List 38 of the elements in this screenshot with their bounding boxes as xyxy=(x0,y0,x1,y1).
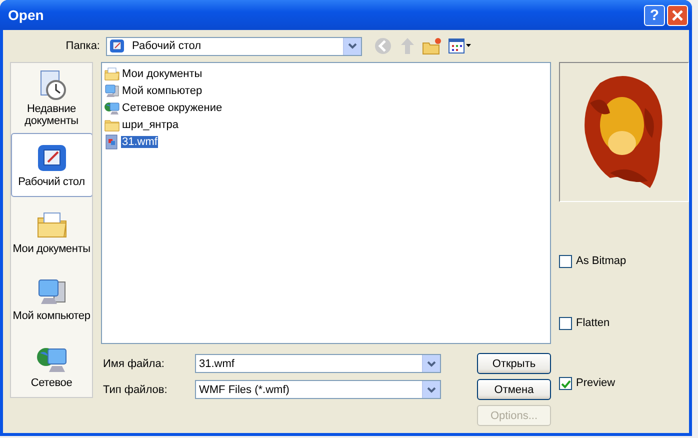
folder-dropdown[interactable]: Рабочий стол xyxy=(106,36,362,56)
file-type-dropdown[interactable]: WMF Files (*.wmf) xyxy=(195,380,441,399)
option-checkbox[interactable]: Flatten xyxy=(559,314,689,332)
file-type-label: Тип файлов: xyxy=(102,384,168,396)
places-item[interactable]: Сетевое xyxy=(11,334,92,397)
option-checkbox[interactable]: As Bitmap xyxy=(559,252,689,270)
desktop-icon xyxy=(36,142,68,174)
folder-documents-icon xyxy=(104,66,120,82)
places-item[interactable]: Мои документы xyxy=(11,200,92,264)
file-item[interactable]: шри_янтра xyxy=(121,118,180,130)
file-item[interactable]: Мой компьютер xyxy=(121,84,204,96)
file-item[interactable]: Сетевое окружение xyxy=(121,102,224,114)
image-file-icon xyxy=(104,134,120,150)
close-icon xyxy=(671,8,684,22)
file-name-label: Имя файла: xyxy=(102,358,166,370)
check-icon xyxy=(560,378,571,388)
dialog-button[interactable]: Открыть xyxy=(477,353,551,374)
places-item[interactable]: Мой компьютер xyxy=(11,267,92,331)
new-folder-icon[interactable] xyxy=(422,37,442,55)
file-item[interactable]: Мои документы xyxy=(121,68,204,80)
help-button[interactable]: ? xyxy=(644,4,665,26)
network-computer-icon xyxy=(104,100,120,116)
back-icon[interactable] xyxy=(374,37,392,55)
caret-icon xyxy=(427,386,436,392)
view-menu-icon[interactable] xyxy=(448,38,472,54)
dialog-button[interactable]: Отмена xyxy=(477,379,551,400)
file-name-field[interactable]: 31.wmf xyxy=(195,354,441,373)
caret-icon xyxy=(427,360,436,366)
folder-label: Папка: xyxy=(64,40,101,52)
file-item[interactable]: 31.wmf xyxy=(121,136,158,148)
desktop-icon xyxy=(109,38,125,54)
window-title: Open xyxy=(8,7,45,23)
places-item[interactable]: Рабочий стол xyxy=(11,133,92,197)
close-button[interactable] xyxy=(667,4,688,26)
computer-icon xyxy=(104,82,120,98)
places-item[interactable]: Недавние документы xyxy=(11,66,92,130)
option-checkbox[interactable]: Preview xyxy=(559,374,689,392)
caret-icon xyxy=(348,43,357,49)
